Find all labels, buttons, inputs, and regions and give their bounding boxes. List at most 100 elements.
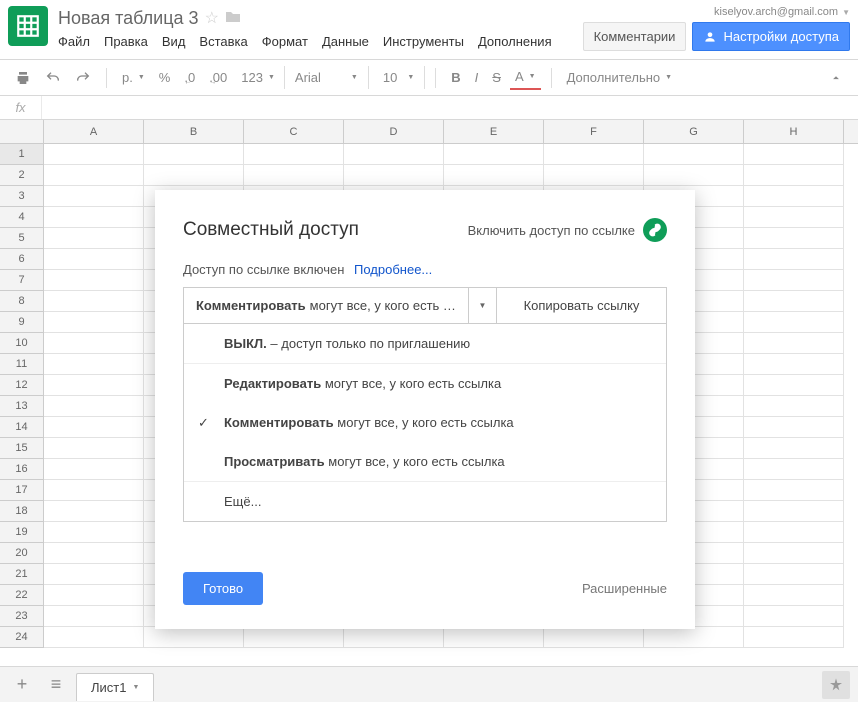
cell[interactable]	[744, 354, 844, 375]
menu-addons[interactable]: Дополнения	[478, 34, 552, 49]
currency-format[interactable]: р.	[117, 66, 150, 89]
row-header[interactable]: 7	[0, 270, 44, 291]
cell[interactable]	[744, 606, 844, 627]
cell[interactable]	[44, 606, 144, 627]
cell[interactable]	[744, 333, 844, 354]
col-header[interactable]: G	[644, 120, 744, 143]
cell[interactable]	[444, 144, 544, 165]
cell[interactable]	[644, 144, 744, 165]
row-header[interactable]: 12	[0, 375, 44, 396]
cell[interactable]	[744, 186, 844, 207]
row-header[interactable]: 4	[0, 207, 44, 228]
comments-button[interactable]: Комментарии	[583, 22, 687, 51]
cell[interactable]	[44, 438, 144, 459]
row-header[interactable]: 5	[0, 228, 44, 249]
cell[interactable]	[344, 165, 444, 186]
col-header[interactable]: H	[744, 120, 844, 143]
cell[interactable]	[244, 144, 344, 165]
cell[interactable]	[744, 375, 844, 396]
cell[interactable]	[44, 564, 144, 585]
row-header[interactable]: 17	[0, 480, 44, 501]
cell[interactable]	[44, 396, 144, 417]
decrease-decimal[interactable]: .0←	[179, 66, 200, 89]
cell[interactable]	[544, 627, 644, 648]
row-header[interactable]: 19	[0, 522, 44, 543]
enable-link-toggle[interactable]: Включить доступ по ссылке	[468, 218, 667, 242]
cell[interactable]	[44, 165, 144, 186]
cell[interactable]	[344, 627, 444, 648]
col-header[interactable]: D	[344, 120, 444, 143]
cell[interactable]	[44, 459, 144, 480]
cell[interactable]	[744, 270, 844, 291]
italic-button[interactable]: I	[470, 66, 484, 89]
cell[interactable]	[544, 165, 644, 186]
cell[interactable]	[44, 375, 144, 396]
all-sheets-button[interactable]: ≡	[42, 671, 70, 699]
row-header[interactable]: 3	[0, 186, 44, 207]
cell[interactable]	[544, 144, 644, 165]
account-menu[interactable]: kiselyov.arch@gmail.com	[714, 6, 850, 18]
col-header[interactable]: E	[444, 120, 544, 143]
cell[interactable]	[44, 333, 144, 354]
cell[interactable]	[44, 480, 144, 501]
cell[interactable]	[644, 165, 744, 186]
cell[interactable]	[44, 585, 144, 606]
permission-dropdown[interactable]: Комментировать могут все, у кого есть с.…	[184, 288, 468, 323]
star-icon[interactable]: ☆	[205, 8, 219, 28]
row-header[interactable]: 21	[0, 564, 44, 585]
advanced-link[interactable]: Расширенные	[582, 581, 667, 596]
menu-insert[interactable]: Вставка	[199, 34, 247, 49]
col-header[interactable]: F	[544, 120, 644, 143]
row-header[interactable]: 9	[0, 312, 44, 333]
row-header[interactable]: 16	[0, 459, 44, 480]
cell[interactable]	[444, 627, 544, 648]
cell[interactable]	[44, 228, 144, 249]
cell[interactable]	[744, 459, 844, 480]
row-header[interactable]: 22	[0, 585, 44, 606]
select-all-corner[interactable]	[0, 120, 44, 143]
col-header[interactable]: C	[244, 120, 344, 143]
increase-decimal[interactable]: .00→	[204, 66, 232, 89]
add-sheet-button[interactable]: +	[8, 671, 36, 699]
document-title[interactable]: Новая таблица 3	[58, 8, 199, 29]
row-header[interactable]: 24	[0, 627, 44, 648]
menu-data[interactable]: Данные	[322, 34, 369, 49]
cell[interactable]	[144, 165, 244, 186]
option-comment[interactable]: ✓ Комментировать могут все, у кого есть …	[184, 403, 666, 442]
menu-tools[interactable]: Инструменты	[383, 34, 464, 49]
cell[interactable]	[144, 627, 244, 648]
cell[interactable]	[744, 627, 844, 648]
option-off[interactable]: ВЫКЛ. – доступ только по приглашению	[184, 324, 666, 364]
row-header[interactable]: 20	[0, 543, 44, 564]
text-color-button[interactable]: A	[510, 65, 541, 90]
col-header[interactable]: B	[144, 120, 244, 143]
row-header[interactable]: 2	[0, 165, 44, 186]
cell[interactable]	[744, 522, 844, 543]
cell[interactable]	[44, 417, 144, 438]
cell[interactable]	[744, 501, 844, 522]
cell[interactable]	[444, 165, 544, 186]
option-edit[interactable]: Редактировать могут все, у кого есть ссы…	[184, 364, 666, 403]
cell[interactable]	[744, 207, 844, 228]
strike-button[interactable]: S	[487, 66, 506, 89]
cell[interactable]	[44, 312, 144, 333]
number-format[interactable]: 123	[236, 66, 280, 89]
done-button[interactable]: Готово	[183, 572, 263, 605]
row-header[interactable]: 14	[0, 417, 44, 438]
row-header[interactable]: 18	[0, 501, 44, 522]
cell[interactable]	[144, 144, 244, 165]
cell[interactable]	[44, 522, 144, 543]
share-button[interactable]: Настройки доступа	[692, 22, 850, 51]
cell[interactable]	[744, 249, 844, 270]
col-header[interactable]: A	[44, 120, 144, 143]
copy-link-button[interactable]: Копировать ссылку	[496, 288, 666, 323]
menu-file[interactable]: Файл	[58, 34, 90, 49]
cell[interactable]	[744, 165, 844, 186]
cell[interactable]	[244, 627, 344, 648]
cell[interactable]	[644, 627, 744, 648]
cell[interactable]	[744, 396, 844, 417]
row-header[interactable]: 11	[0, 354, 44, 375]
fx-label[interactable]: fx	[0, 96, 42, 119]
size-dropdown[interactable]: 10▼	[373, 66, 425, 89]
cell[interactable]	[744, 228, 844, 249]
